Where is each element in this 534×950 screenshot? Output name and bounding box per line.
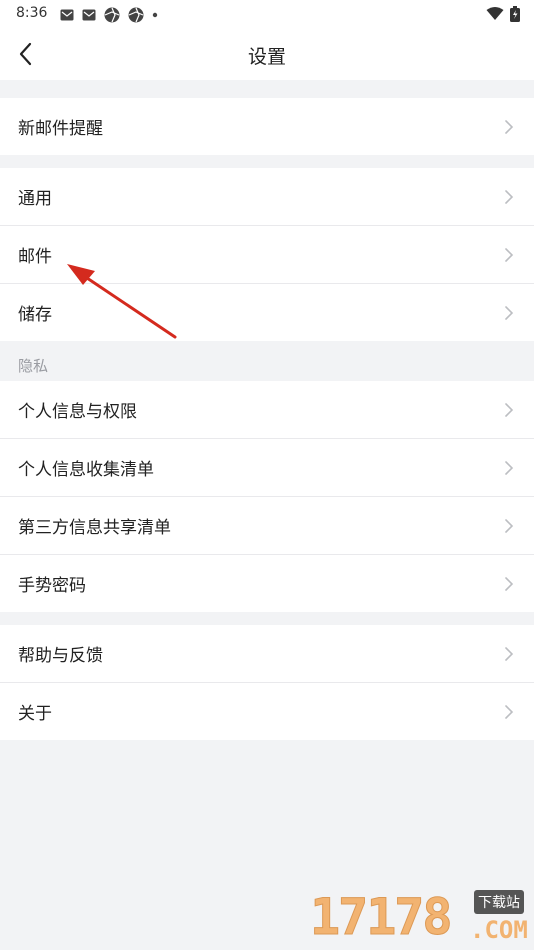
settings-item-label: 第三方信息共享清单 [18, 518, 171, 538]
settings-item-label: 帮助与反馈 [18, 646, 103, 666]
wifi-icon [486, 7, 504, 20]
settings-item-gesture-password[interactable]: 手势密码 [0, 555, 534, 612]
settings-item-label: 手势密码 [18, 576, 86, 596]
settings-item-label: 通用 [18, 189, 52, 209]
status-bar: 8:36 [0, 0, 534, 28]
chevron-right-icon [505, 120, 514, 134]
settings-group-general: 通用 邮件 储存 [0, 168, 534, 341]
settings-item-third-party-sharing[interactable]: 第三方信息共享清单 [0, 497, 534, 555]
settings-item-label: 关于 [18, 704, 52, 724]
mail-icon [82, 9, 96, 21]
settings-item-about[interactable]: 关于 [0, 683, 534, 740]
settings-group-privacy: 个人信息与权限 个人信息收集清单 第三方信息共享清单 手势密码 [0, 381, 534, 612]
aperture-icon [104, 7, 120, 23]
chevron-right-icon [505, 306, 514, 320]
chevron-right-icon [505, 519, 514, 533]
watermark-logo: 17178 下载站 .COM [306, 888, 534, 950]
settings-item-storage[interactable]: 储存 [0, 284, 534, 341]
chevron-right-icon [505, 403, 514, 417]
watermark-digits: 17178 [310, 888, 454, 947]
battery-icon [510, 6, 520, 22]
section-label-privacy: 隐私 [18, 357, 49, 375]
chevron-right-icon [505, 705, 514, 719]
settings-group-notify: 新邮件提醒 [0, 98, 534, 155]
settings-item-new-mail-alert[interactable]: 新邮件提醒 [0, 98, 534, 155]
settings-group-about: 帮助与反馈 关于 [0, 625, 534, 740]
settings-item-label: 储存 [18, 305, 52, 325]
settings-item-personal-info-list[interactable]: 个人信息收集清单 [0, 439, 534, 497]
settings-item-label: 邮件 [18, 247, 52, 267]
chevron-right-icon [505, 647, 514, 661]
settings-item-label: 个人信息与权限 [18, 402, 137, 422]
chevron-right-icon [505, 190, 514, 204]
chevron-right-icon [505, 248, 514, 262]
dot-icon [152, 12, 158, 18]
status-notification-icons [60, 7, 158, 23]
chevron-right-icon [505, 461, 514, 475]
settings-item-label: 新邮件提醒 [18, 119, 103, 139]
settings-item-mail[interactable]: 邮件 [0, 226, 534, 284]
settings-item-general[interactable]: 通用 [0, 168, 534, 226]
mail-icon [60, 9, 74, 21]
watermark-badge: 下载站 [474, 890, 524, 914]
status-time: 8:36 [16, 5, 48, 21]
settings-item-help-feedback[interactable]: 帮助与反馈 [0, 625, 534, 683]
app-header: 设置 [0, 28, 534, 80]
settings-item-label: 个人信息收集清单 [18, 460, 154, 480]
watermark-suffix: .COM [470, 916, 528, 944]
aperture-icon [128, 7, 144, 23]
settings-item-personal-info-permissions[interactable]: 个人信息与权限 [0, 381, 534, 439]
page-title: 设置 [247, 46, 286, 68]
status-system-icons [486, 6, 520, 22]
chevron-right-icon [505, 577, 514, 591]
